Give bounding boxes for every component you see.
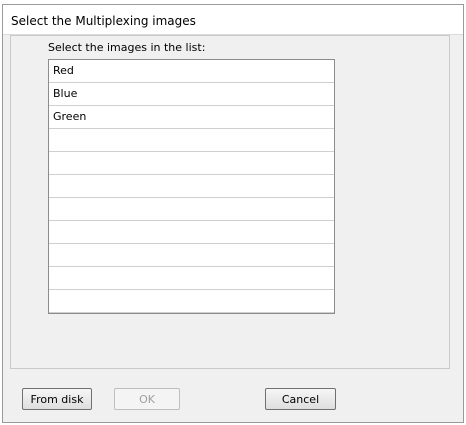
list-item-blue[interactable]: Blue [49, 83, 334, 106]
list-item-empty[interactable] [49, 290, 334, 313]
list-item-empty[interactable] [49, 221, 334, 244]
cancel-button[interactable]: Cancel [265, 388, 336, 410]
ok-button[interactable]: OK [114, 388, 180, 410]
list-item-green[interactable]: Green [49, 106, 334, 129]
list-caption: Select the images in the list: [48, 41, 206, 54]
dialog-title: Select the Multiplexing images [11, 14, 196, 28]
image-listbox[interactable]: Red Blue Green [48, 59, 335, 314]
list-item-red[interactable]: Red [49, 60, 334, 83]
list-item-empty[interactable] [49, 198, 334, 221]
list-item-empty[interactable] [49, 175, 334, 198]
list-item-empty[interactable] [49, 152, 334, 175]
list-item-empty[interactable] [49, 244, 334, 267]
from-disk-button[interactable]: From disk [22, 388, 92, 410]
list-item-empty[interactable] [49, 267, 334, 290]
list-item-empty[interactable] [49, 129, 334, 152]
title-bar: Select the Multiplexing images [3, 5, 463, 35]
